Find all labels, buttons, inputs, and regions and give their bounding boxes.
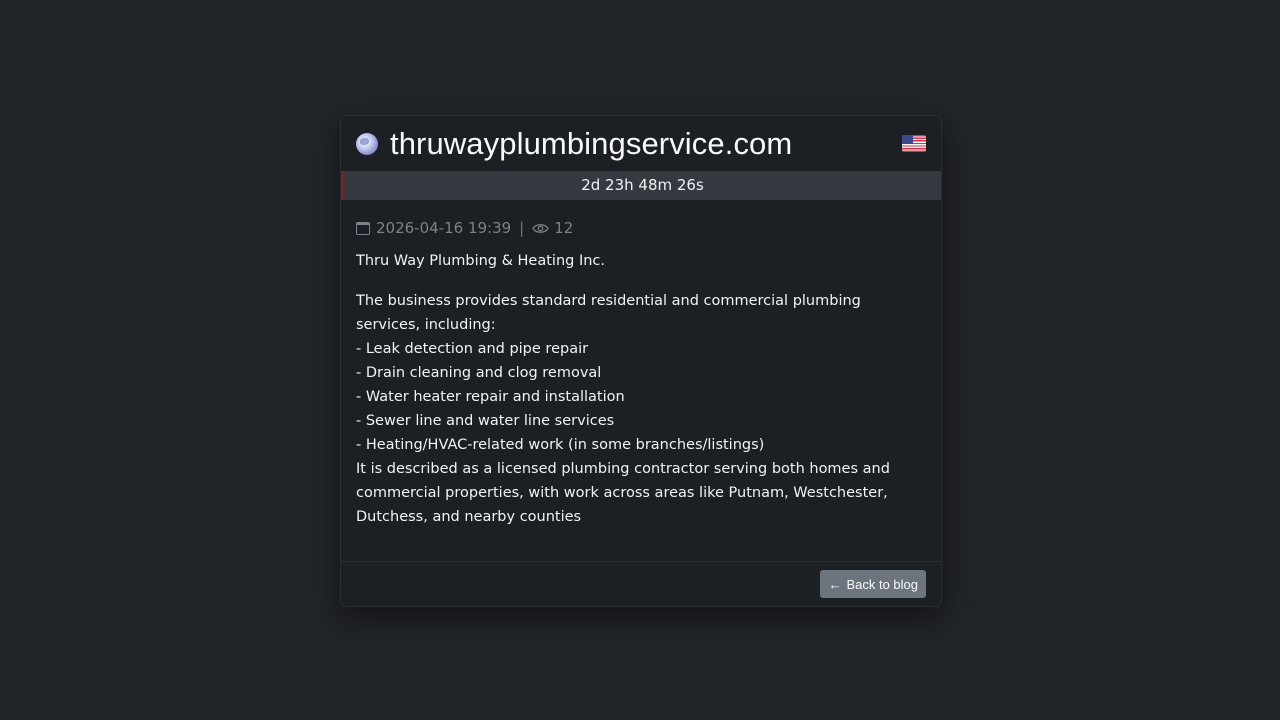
card-body: 2026-04-16 19:39 | 12 Thru Way Plumbing … bbox=[341, 200, 941, 529]
back-button-label: Back to blog bbox=[846, 576, 918, 592]
domain-title: thruwayplumbingservice.com bbox=[390, 125, 793, 161]
view-count: 12 bbox=[554, 219, 574, 237]
arrow-left-icon: ← bbox=[828, 576, 842, 592]
eye-icon bbox=[532, 223, 549, 233]
card-header: thruwayplumbingservice.com bbox=[341, 116, 941, 171]
globe-icon bbox=[356, 132, 378, 155]
us-flag-icon bbox=[902, 135, 926, 152]
card-footer: ← Back to blog bbox=[341, 561, 941, 606]
post-description: The business provides standard residenti… bbox=[356, 293, 890, 525]
post-card: thruwayplumbingservice.com 2d 23h 48m 26… bbox=[340, 115, 942, 607]
meta-separator: | bbox=[519, 219, 525, 237]
post-date: 2026-04-16 19:39 bbox=[376, 219, 512, 237]
countdown-timer: 2d 23h 48m 26s bbox=[341, 171, 941, 200]
back-to-blog-button[interactable]: ← Back to blog bbox=[820, 570, 926, 598]
calendar-icon bbox=[356, 221, 370, 235]
post-meta: 2026-04-16 19:39 | 12 bbox=[356, 217, 926, 239]
company-name: Thru Way Plumbing & Heating Inc. bbox=[356, 253, 606, 269]
